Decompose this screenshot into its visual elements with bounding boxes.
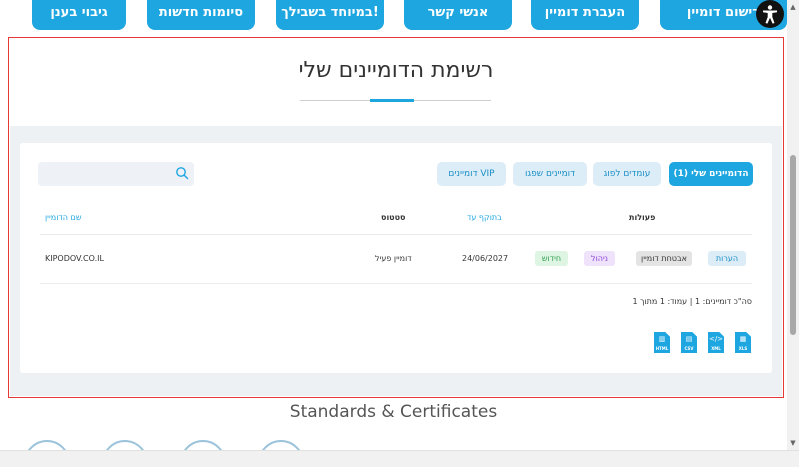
nav-cloud-backup[interactable]: גיבוי בענן [32,0,126,30]
search-input[interactable] [38,163,194,187]
renew-button[interactable]: חידוש [535,251,568,266]
nav-new-extensions[interactable]: סיומות חדשות [147,0,255,30]
valid-until-cell: 24/06/2027 [462,254,509,263]
search-icon[interactable] [175,166,189,180]
csv-export-icon[interactable]: ▤ CSV [681,332,697,353]
horizontal-scrollbar[interactable] [0,450,799,467]
vertical-scrollbar[interactable]: ▲ ▼ [787,0,799,450]
header-actions: פעולות [629,213,656,222]
scrollbar-thumb[interactable] [790,155,796,335]
nav-special-for-you[interactable]: במיוחד בשבילך! [276,0,384,30]
certificate-badge [180,440,226,450]
notes-button[interactable]: הערות [708,251,746,266]
header-divider [40,234,752,235]
nav-contacts[interactable]: אנשי קשר [404,0,512,30]
xml-export-icon[interactable]: </> XML [708,332,724,353]
header-status: סטטוס [381,213,406,222]
page-title: רשימת הדומיינים שלי [298,58,494,83]
scroll-down-icon[interactable]: ▼ [789,438,797,448]
certificate-badge [102,440,148,450]
tab-vip-domains[interactable]: דומיינים VIP [437,162,506,186]
tab-expired[interactable]: דומיינים שפגו [513,162,587,186]
row-divider [40,283,752,284]
tab-my-domains[interactable]: הדומיינים שלי (1) [669,162,753,186]
accessibility-icon[interactable] [756,0,784,28]
tab-expiring[interactable]: עומדים לפוג [593,162,661,186]
xls-export-icon[interactable]: ▦ XLS [735,332,751,353]
top-nav: גיבוי בענן סיומות חדשות במיוחד בשבילך! א… [0,0,787,30]
html-export-icon[interactable]: ▥ HTML [654,332,670,353]
pagination-summary: סה"כ דומיינים: 1 | עמוד: 1 מתוך 1 [632,297,752,306]
scroll-up-icon[interactable]: ▲ [789,2,797,12]
certificate-badge [258,440,304,450]
domain-name-cell: KIPODOV.CO.IL [45,254,104,263]
search-box [38,162,194,187]
nav-domain-transfer[interactable]: העברת דומיין [531,0,639,30]
certificate-badge [24,440,70,450]
header-domain-name[interactable]: שם הדומיין [45,213,81,222]
title-accent-bar [370,99,414,102]
manage-button[interactable]: ניהול [584,251,615,266]
domain-protection-button[interactable]: אבטחת דומיין [636,251,692,266]
standards-heading: Standards & Certificates [289,402,498,422]
status-cell: דומיין פעיל [375,254,412,263]
browser-viewport: גיבוי בענן סיומות חדשות במיוחד בשבילך! א… [0,0,787,450]
header-valid-until[interactable]: בתוקף עד [467,213,502,222]
